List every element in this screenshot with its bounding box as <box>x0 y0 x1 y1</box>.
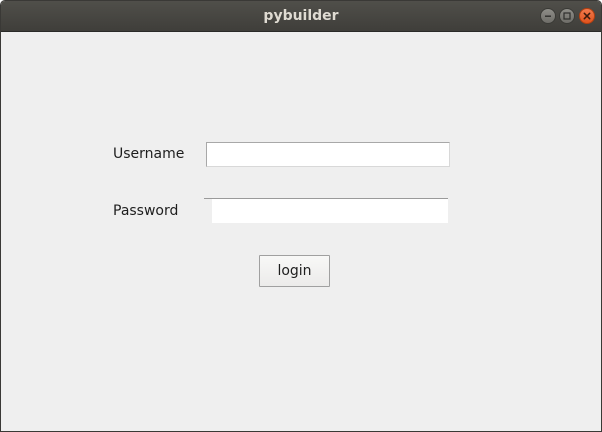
maximize-icon <box>563 12 571 20</box>
minimize-icon <box>545 15 551 17</box>
title-bar[interactable]: pybuilder <box>1 1 601 32</box>
password-input[interactable] <box>204 198 448 223</box>
window-title: pybuilder <box>263 8 339 24</box>
close-icon <box>583 12 591 20</box>
close-button[interactable] <box>579 8 595 24</box>
app-window: pybuilder Username Password login <box>0 0 602 432</box>
username-input[interactable] <box>206 142 450 167</box>
maximize-button[interactable] <box>559 8 575 24</box>
login-button[interactable]: login <box>259 255 330 287</box>
minimize-button[interactable] <box>540 8 556 24</box>
username-label: Username <box>113 146 185 162</box>
password-field-edge <box>204 199 212 223</box>
password-label: Password <box>113 203 179 219</box>
